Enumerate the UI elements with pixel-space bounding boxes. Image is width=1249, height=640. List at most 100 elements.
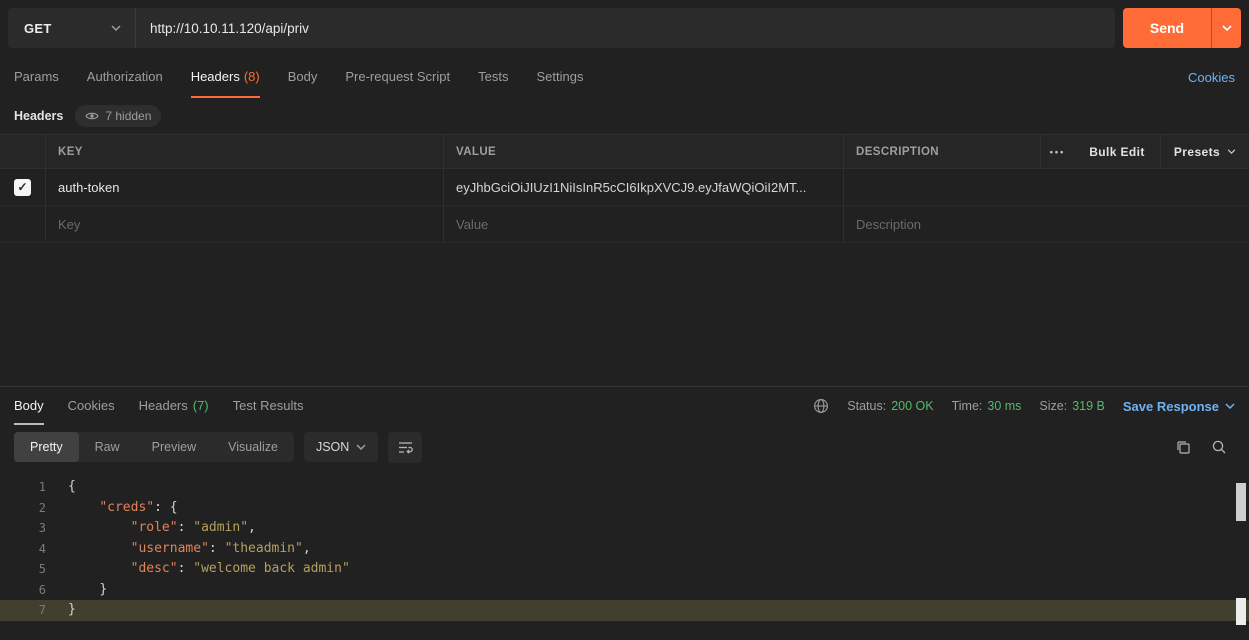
line-number: 3 bbox=[0, 518, 46, 539]
tab-label: Body bbox=[288, 69, 318, 84]
view-tab-preview[interactable]: Preview bbox=[136, 432, 212, 462]
send-button-group: Send bbox=[1123, 8, 1241, 48]
search-button[interactable] bbox=[1211, 439, 1227, 455]
copy-button[interactable] bbox=[1175, 439, 1191, 455]
format-dropdown[interactable]: JSON bbox=[304, 432, 378, 462]
wrap-text-button[interactable] bbox=[388, 432, 422, 463]
header-key-cell[interactable]: auth-token bbox=[45, 169, 443, 205]
hidden-headers-label: 7 hidden bbox=[105, 109, 151, 123]
request-bar: GET Send bbox=[0, 0, 1249, 56]
response-meta: Status: 200 OK Time: 30 ms Size: 319 B S… bbox=[813, 387, 1235, 425]
tab-label: Pre-request Script bbox=[345, 69, 450, 84]
view-tab-raw[interactable]: Raw bbox=[79, 432, 136, 462]
code-text: } bbox=[46, 580, 107, 601]
eye-icon bbox=[85, 111, 99, 121]
chevron-down-icon bbox=[1222, 25, 1232, 31]
response-body-viewer: 1{2 "creds": {3 "role": "admin",4 "usern… bbox=[0, 469, 1249, 640]
code-text: { bbox=[46, 477, 76, 498]
code-text: "creds": { bbox=[46, 498, 178, 519]
status-value: 200 OK bbox=[891, 399, 933, 413]
chevron-down-icon bbox=[1227, 149, 1236, 154]
code-text: } bbox=[46, 600, 76, 621]
response-tab-test-results[interactable]: Test Results bbox=[233, 387, 304, 425]
table-row-empty: Key Value Description bbox=[0, 206, 1249, 243]
key-placeholder-cell[interactable]: Key bbox=[45, 206, 443, 242]
code-lines: 1{2 "creds": {3 "role": "admin",4 "usern… bbox=[0, 477, 1249, 621]
bulk-edit-button[interactable]: Bulk Edit bbox=[1074, 135, 1160, 168]
code-line: 6 } bbox=[0, 580, 1249, 601]
url-container: GET bbox=[8, 8, 1115, 48]
tab-label: Authorization bbox=[87, 69, 163, 84]
code-line: 2 "creds": { bbox=[0, 498, 1249, 519]
network-globe-icon[interactable] bbox=[813, 398, 829, 414]
hidden-headers-toggle[interactable]: 7 hidden bbox=[75, 105, 161, 127]
headers-table: KEY VALUE DESCRIPTION ••• Bulk Edit Pres… bbox=[0, 134, 1249, 243]
response-tab-headers[interactable]: Headers (7) bbox=[139, 387, 209, 425]
status-badge: Status: 200 OK bbox=[847, 399, 933, 413]
row-checkbox-cell bbox=[0, 206, 45, 242]
tab-params[interactable]: Params bbox=[14, 56, 59, 98]
tab-headers[interactable]: Headers (8) bbox=[191, 56, 260, 98]
column-header-value: VALUE bbox=[443, 135, 843, 168]
size-label: Size: bbox=[1039, 399, 1067, 413]
tab-authorization[interactable]: Authorization bbox=[87, 56, 163, 98]
line-number: 4 bbox=[0, 539, 46, 560]
time-label: Time: bbox=[952, 399, 983, 413]
tab-count: (7) bbox=[193, 398, 209, 413]
tab-label: Headers bbox=[191, 69, 240, 84]
header-value-cell[interactable]: eyJhbGciOiJIUzI1NiIsInR5cCI6IkpXVCJ9.eyJ… bbox=[443, 169, 843, 205]
line-number: 5 bbox=[0, 559, 46, 580]
header-checkbox-cell bbox=[0, 135, 45, 168]
response-tab-cookies[interactable]: Cookies bbox=[68, 387, 115, 425]
size-value: 319 B bbox=[1072, 399, 1105, 413]
value-placeholder-cell[interactable]: Value bbox=[443, 206, 843, 242]
tab-label: Params bbox=[14, 69, 59, 84]
save-response-label: Save Response bbox=[1123, 399, 1219, 414]
tab-label: Tests bbox=[478, 69, 508, 84]
save-response-button[interactable]: Save Response bbox=[1123, 399, 1235, 414]
code-line: 1{ bbox=[0, 477, 1249, 498]
url-input[interactable] bbox=[136, 8, 1115, 48]
line-number: 2 bbox=[0, 498, 46, 519]
tab-tests[interactable]: Tests bbox=[478, 56, 508, 98]
headers-subbar: Headers 7 hidden bbox=[0, 98, 1249, 134]
presets-label: Presets bbox=[1174, 145, 1220, 159]
toolbar-right-icons bbox=[1175, 439, 1235, 455]
description-placeholder-cell[interactable]: Description bbox=[843, 206, 1249, 242]
empty-area bbox=[0, 243, 1249, 386]
row-checkbox[interactable]: ✓ bbox=[14, 179, 31, 196]
row-checkbox-cell: ✓ bbox=[0, 169, 45, 205]
tab-label: Settings bbox=[536, 69, 583, 84]
send-button[interactable]: Send bbox=[1123, 8, 1211, 48]
method-select[interactable]: GET bbox=[8, 8, 136, 48]
time-value: 30 ms bbox=[987, 399, 1021, 413]
tab-body[interactable]: Body bbox=[288, 56, 318, 98]
tab-label: Test Results bbox=[233, 398, 304, 413]
view-tab-pretty[interactable]: Pretty bbox=[14, 432, 79, 462]
tab-label: Cookies bbox=[68, 398, 115, 413]
scrollbar-thumb[interactable] bbox=[1236, 598, 1246, 625]
search-icon bbox=[1211, 439, 1227, 455]
tab-count: (8) bbox=[244, 69, 260, 84]
cookies-link[interactable]: Cookies bbox=[1188, 70, 1235, 85]
table-header-row: KEY VALUE DESCRIPTION ••• Bulk Edit Pres… bbox=[0, 134, 1249, 169]
postman-window: GET Send Params Authorization Headers (8… bbox=[0, 0, 1249, 640]
view-tab-visualize[interactable]: Visualize bbox=[212, 432, 294, 462]
code-text: "username": "theadmin", bbox=[46, 539, 311, 560]
response-toolbar: Pretty Raw Preview Visualize JSON bbox=[0, 425, 1249, 469]
line-number: 7 bbox=[0, 600, 46, 621]
header-description-cell[interactable] bbox=[843, 169, 1249, 205]
code-line: 7} bbox=[0, 600, 1249, 621]
code-line: 5 "desc": "welcome back admin" bbox=[0, 559, 1249, 580]
chevron-down-icon bbox=[111, 25, 121, 31]
tab-settings[interactable]: Settings bbox=[536, 56, 583, 98]
time-badge: Time: 30 ms bbox=[952, 399, 1022, 413]
response-tab-body[interactable]: Body bbox=[14, 387, 44, 425]
presets-dropdown[interactable]: Presets bbox=[1160, 135, 1249, 168]
line-number: 6 bbox=[0, 580, 46, 601]
send-options-button[interactable] bbox=[1211, 8, 1241, 48]
more-options-icon[interactable]: ••• bbox=[1040, 135, 1074, 168]
headers-title: Headers bbox=[14, 109, 63, 123]
scrollbar-thumb[interactable] bbox=[1236, 483, 1246, 521]
tab-pre-request-script[interactable]: Pre-request Script bbox=[345, 56, 450, 98]
